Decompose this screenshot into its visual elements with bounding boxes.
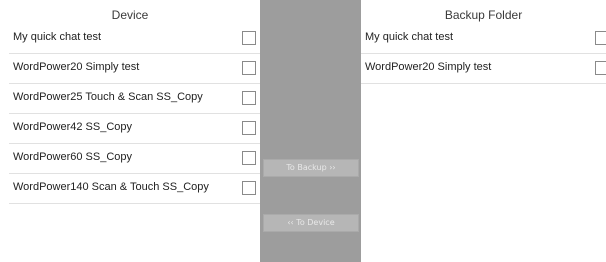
backup-item-label: WordPower20 Simply test (365, 61, 492, 73)
device-panel: Device My quick chat test WordPower20 Si… (0, 0, 260, 262)
device-item-checkbox[interactable] (242, 61, 256, 75)
device-item-label: WordPower25 Touch & Scan SS_Copy (13, 91, 203, 103)
device-item-checkbox[interactable] (242, 31, 256, 45)
backup-item-checkbox[interactable] (595, 31, 606, 45)
device-list: My quick chat test WordPower20 Simply te… (0, 24, 260, 204)
device-item-checkbox[interactable] (242, 181, 256, 195)
to-backup-button[interactable]: To Backup ›› (263, 159, 359, 177)
device-list-item[interactable]: WordPower42 SS_Copy (9, 114, 260, 144)
device-panel-title: Device (111, 8, 149, 22)
backup-manager: Device My quick chat test WordPower20 Si… (0, 0, 606, 262)
device-item-label: WordPower42 SS_Copy (13, 121, 133, 133)
device-item-checkbox[interactable] (242, 151, 256, 165)
backup-list-item[interactable]: WordPower20 Simply test (361, 54, 606, 84)
backup-panel: Backup Folder My quick chat test WordPow… (361, 0, 606, 262)
backup-list: My quick chat test WordPower20 Simply te… (361, 24, 606, 84)
backup-list-item[interactable]: My quick chat test (361, 24, 606, 54)
backup-panel-title: Backup Folder (444, 8, 523, 22)
backup-item-label: My quick chat test (365, 31, 454, 43)
backup-item-checkbox[interactable] (595, 61, 606, 75)
to-device-button[interactable]: ‹‹ To Device (263, 214, 359, 232)
device-item-checkbox[interactable] (242, 121, 256, 135)
device-item-label: WordPower60 SS_Copy (13, 151, 133, 163)
device-item-label: My quick chat test (13, 31, 102, 43)
device-list-item[interactable]: My quick chat test (9, 24, 260, 54)
device-item-checkbox[interactable] (242, 91, 256, 105)
device-list-item[interactable]: WordPower140 Scan & Touch SS_Copy (9, 174, 260, 204)
device-list-item[interactable]: WordPower60 SS_Copy (9, 144, 260, 174)
device-item-label: WordPower140 Scan & Touch SS_Copy (13, 181, 209, 193)
device-item-label: WordPower20 Simply test (13, 61, 140, 73)
device-list-item[interactable]: WordPower20 Simply test (9, 54, 260, 84)
transfer-bar: To Backup ›› ‹‹ To Device (260, 0, 361, 262)
device-list-item[interactable]: WordPower25 Touch & Scan SS_Copy (9, 84, 260, 114)
